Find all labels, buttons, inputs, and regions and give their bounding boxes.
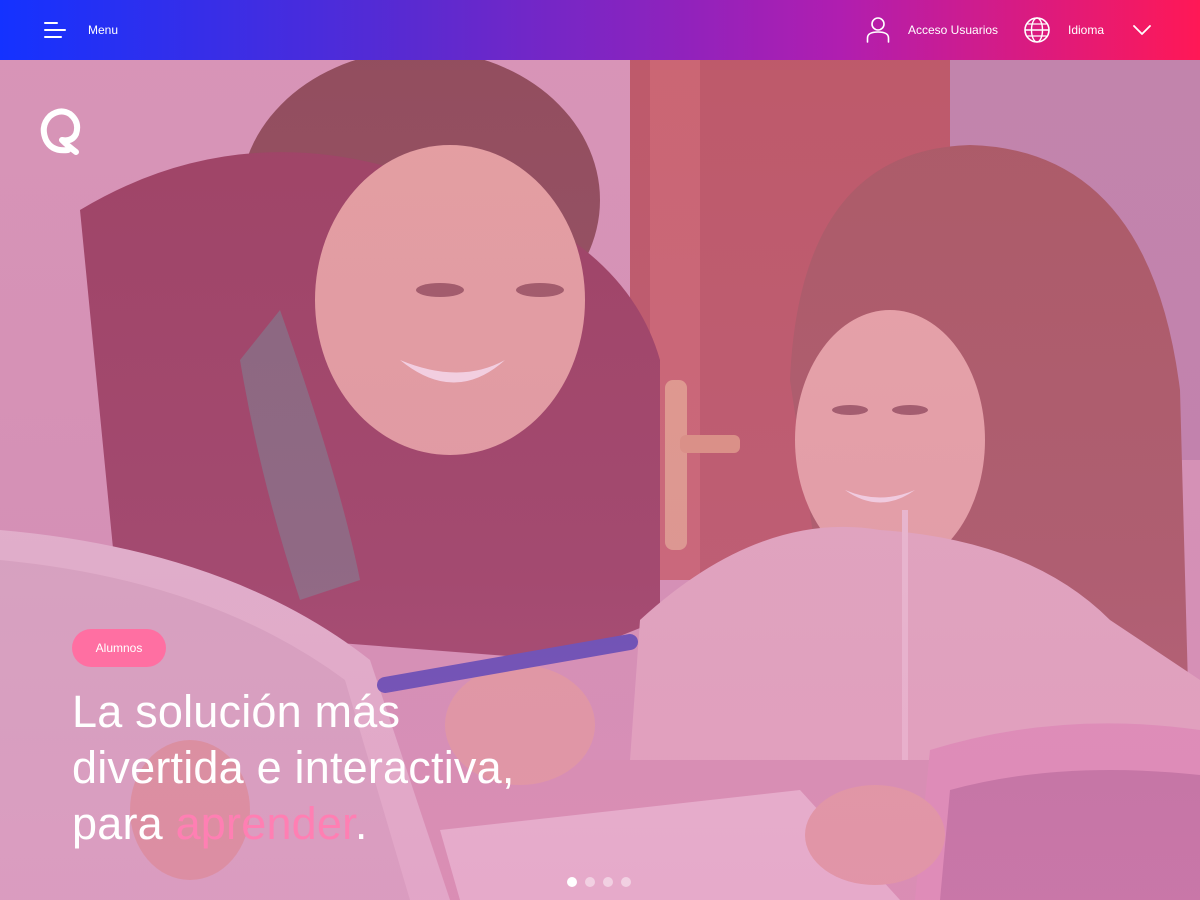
headline-line-3-suffix: . — [354, 798, 368, 849]
carousel-dot[interactable] — [585, 877, 595, 887]
user-access-label: Acceso Usuarios — [908, 23, 999, 37]
menu-icon — [44, 20, 70, 40]
language-selector[interactable]: Idioma — [1023, 16, 1104, 44]
headline-line-2: divertida e interactiva, — [72, 742, 515, 793]
carousel-dot[interactable] — [603, 877, 613, 887]
chevron-down-icon[interactable] — [1132, 20, 1152, 40]
headline-accent-word: aprender — [175, 798, 355, 849]
menu-button[interactable]: Menu — [44, 16, 118, 44]
menu-label: Menu — [88, 23, 119, 37]
headline-line-3-prefix: para — [72, 798, 176, 849]
carousel-dot[interactable] — [567, 877, 577, 887]
headline-line-1: La solución más — [72, 686, 401, 737]
top-navigation-bar: Menu Acceso Usuarios Idioma — [0, 0, 1200, 60]
user-icon — [866, 17, 890, 43]
globe-icon — [1024, 17, 1050, 43]
carousel-pagination — [567, 877, 631, 887]
user-access-button[interactable]: Acceso Usuarios — [866, 16, 998, 44]
hero-headline: La solución más divertida e interactiva,… — [72, 684, 772, 852]
carousel-dot[interactable] — [621, 877, 631, 887]
headline-line-3: para aprender. — [72, 796, 772, 852]
hero-banner: Alumnos La solución más divertida e inte… — [0, 60, 1200, 900]
category-badge[interactable]: Alumnos — [72, 629, 166, 667]
logo-icon[interactable] — [38, 106, 82, 158]
language-label: Idioma — [1068, 23, 1105, 37]
